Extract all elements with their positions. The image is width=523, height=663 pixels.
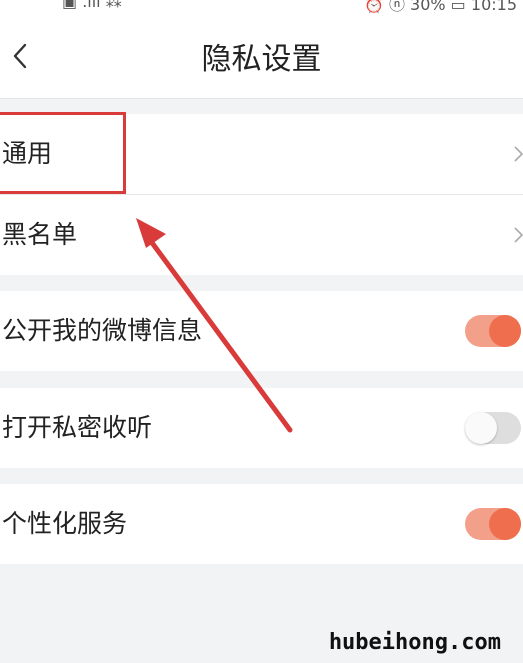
annotation-arrow-icon [136, 218, 293, 433]
watermark-text: hubeihong.com [328, 630, 501, 655]
